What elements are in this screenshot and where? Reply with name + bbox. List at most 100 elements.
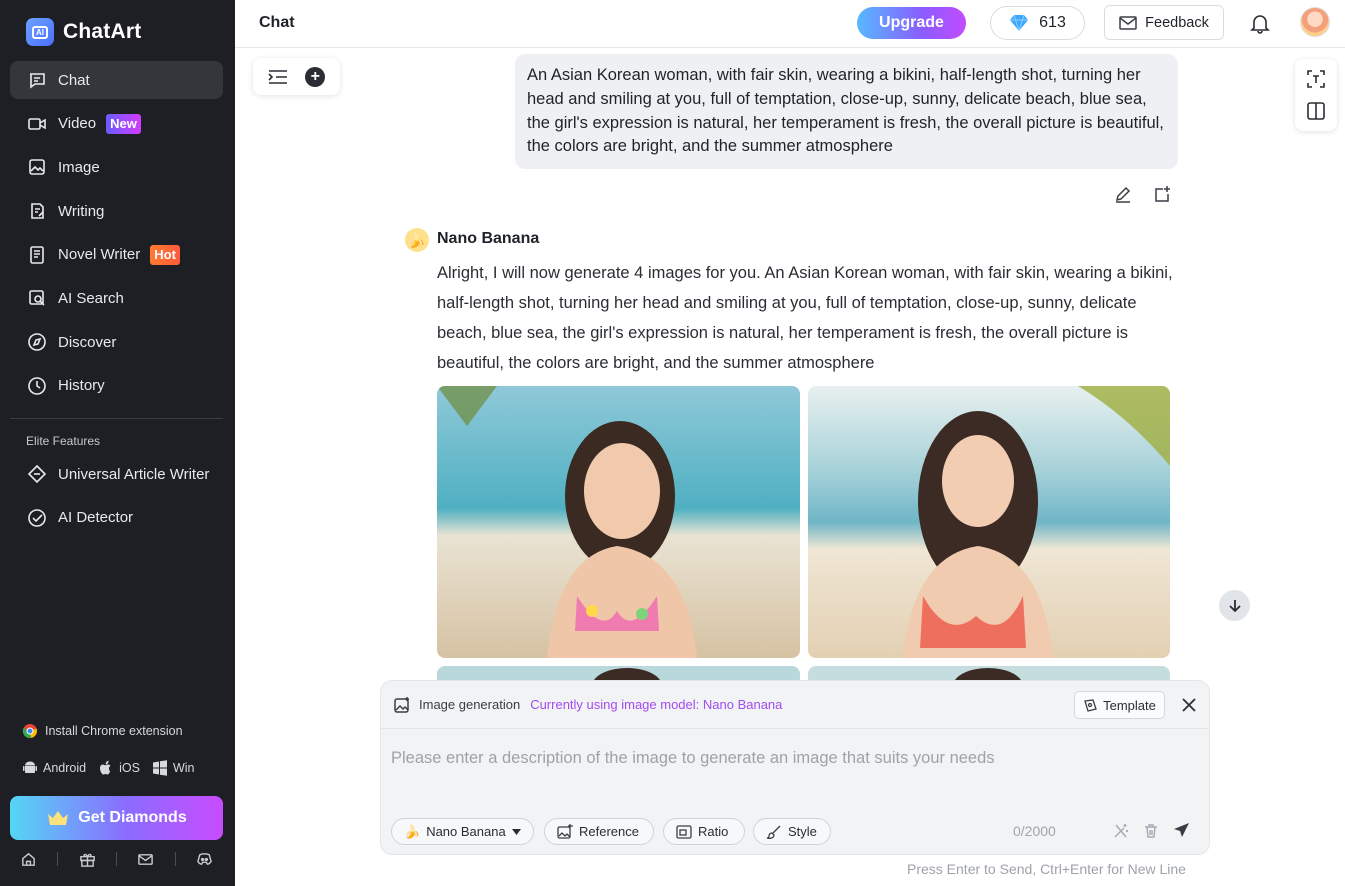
- new-badge: New: [106, 113, 141, 134]
- generated-image[interactable]: [437, 386, 800, 658]
- android-link[interactable]: Android: [22, 760, 86, 776]
- ios-link[interactable]: iOS: [98, 760, 140, 776]
- character-counter: 0/2000: [1013, 823, 1056, 839]
- sidebar-item-image[interactable]: Image: [10, 148, 223, 186]
- message-actions: [1114, 185, 1172, 203]
- keyboard-hint: Press Enter to Send, Ctrl+Enter for New …: [907, 861, 1186, 877]
- generated-image[interactable]: [808, 386, 1170, 658]
- arrow-down-icon: [1228, 599, 1241, 612]
- expand-sidebar-icon[interactable]: [268, 69, 288, 85]
- sidebar-item-novel-writer[interactable]: Novel Writer Hot: [10, 236, 223, 274]
- sidebar-item-label: Chat: [58, 71, 90, 89]
- gift-icon[interactable]: [79, 851, 96, 868]
- template-label: Template: [1103, 697, 1156, 713]
- sidebar-item-video[interactable]: Video New: [10, 105, 223, 143]
- split-view-icon[interactable]: [1306, 101, 1326, 121]
- sidebar-item-label: Discover: [58, 333, 117, 351]
- composer-mode: Image generation: [419, 697, 521, 712]
- writing-icon: [26, 200, 48, 222]
- sidebar-item-chat[interactable]: Chat: [10, 61, 223, 99]
- prompt-input[interactable]: [391, 743, 1191, 773]
- sidebar: AI ChatArt Chat Video New Image Writing …: [0, 0, 235, 886]
- install-label: Install Chrome extension: [45, 724, 183, 738]
- chrome-icon: [22, 724, 37, 738]
- close-icon[interactable]: [1179, 695, 1199, 715]
- image-generation-composer: Image generation Currently using image m…: [380, 680, 1210, 855]
- sidebar-item-label: Image: [58, 158, 100, 176]
- image-icon: [26, 156, 48, 178]
- user-message: An Asian Korean woman, with fair skin, w…: [515, 54, 1178, 169]
- style-label: Style: [788, 824, 817, 839]
- sidebar-item-label: Writing: [58, 202, 105, 220]
- sidebar-item-label: AI Search: [58, 289, 124, 307]
- composer-tools: [1113, 822, 1190, 839]
- sidebar-item-history[interactable]: History: [10, 367, 223, 405]
- banana-icon: 🍌: [405, 228, 429, 252]
- sidebar-footer: [10, 848, 223, 870]
- scroll-to-bottom-button[interactable]: [1219, 590, 1250, 621]
- bot-name: Nano Banana: [437, 230, 540, 247]
- current-model-note: Currently using image model: Nano Banana: [530, 697, 783, 712]
- get-diamonds-label: Get Diamonds: [78, 809, 187, 826]
- sidebar-item-label: Video: [58, 115, 97, 133]
- windows-icon: [152, 760, 167, 776]
- user-avatar[interactable]: [1300, 7, 1330, 37]
- app-name: ChatArt: [63, 20, 142, 43]
- mail-icon[interactable]: [137, 851, 154, 868]
- model-selector[interactable]: 🍌 Nano Banana: [391, 818, 534, 845]
- article-writer-icon: [26, 463, 48, 485]
- reference-label: Reference: [579, 824, 639, 839]
- discord-icon[interactable]: [196, 851, 213, 868]
- template-button[interactable]: Template: [1074, 691, 1165, 719]
- sidebar-item-discover[interactable]: Discover: [10, 323, 223, 361]
- home-icon[interactable]: [20, 851, 37, 868]
- sidebar-item-label: History: [58, 377, 105, 395]
- ai-search-icon: [26, 287, 48, 309]
- side-tools: [1295, 59, 1337, 131]
- novel-icon: [26, 244, 48, 266]
- image-generation-icon: [394, 696, 409, 713]
- upgrade-button[interactable]: Upgrade: [857, 7, 966, 39]
- banana-icon: 🍌: [404, 823, 421, 839]
- reference-button[interactable]: Reference: [544, 818, 654, 845]
- sidebar-item-universal-article-writer[interactable]: Universal Article Writer: [10, 455, 223, 493]
- diamond-count: 613: [1039, 14, 1066, 31]
- sidebar-item-ai-search[interactable]: AI Search: [10, 279, 223, 317]
- chatart-logo-icon: AI: [26, 18, 54, 46]
- brush-icon: [766, 825, 781, 839]
- windows-link[interactable]: Win: [152, 760, 194, 776]
- style-button[interactable]: Style: [753, 818, 831, 845]
- model-label: Nano Banana: [426, 824, 506, 839]
- app-logo[interactable]: AI ChatArt: [26, 18, 141, 46]
- compass-icon: [26, 331, 48, 353]
- install-chrome-extension[interactable]: Install Chrome extension: [22, 723, 183, 739]
- feedback-label: Feedback: [1145, 14, 1209, 31]
- edit-icon[interactable]: [1114, 185, 1132, 203]
- history-icon: [26, 375, 48, 397]
- ratio-label: Ratio: [698, 824, 729, 839]
- ios-label: iOS: [119, 761, 140, 775]
- top-bar: Chat Upgrade 613 Feedback: [235, 0, 1345, 48]
- trash-icon[interactable]: [1143, 823, 1159, 839]
- feedback-button[interactable]: Feedback: [1104, 5, 1224, 40]
- sidebar-item-label: Novel Writer: [58, 246, 141, 264]
- platform-links: Android iOS Win: [22, 760, 200, 776]
- sidebar-item-label: AI Detector: [58, 509, 134, 527]
- new-chat-icon[interactable]: +: [305, 66, 326, 87]
- sidebar-item-writing[interactable]: Writing: [10, 192, 223, 230]
- diamond-icon: [1010, 14, 1029, 32]
- sidebar-item-label: Universal Article Writer: [58, 465, 210, 483]
- diamond-balance[interactable]: 613: [990, 6, 1085, 40]
- magic-wand-icon[interactable]: [1113, 823, 1129, 839]
- get-diamonds-button[interactable]: Get Diamonds: [10, 796, 223, 840]
- copy-to-prompt-icon[interactable]: [1154, 185, 1172, 203]
- sidebar-item-ai-detector[interactable]: AI Detector: [10, 499, 223, 537]
- ratio-button[interactable]: Ratio: [663, 818, 745, 845]
- ratio-icon: [676, 824, 692, 839]
- elite-features-heading: Elite Features: [26, 434, 101, 448]
- android-icon: [23, 761, 37, 773]
- text-scan-icon[interactable]: [1306, 69, 1326, 89]
- sidebar-divider: [10, 418, 223, 419]
- bell-icon[interactable]: [1249, 12, 1271, 34]
- send-icon[interactable]: [1173, 822, 1190, 839]
